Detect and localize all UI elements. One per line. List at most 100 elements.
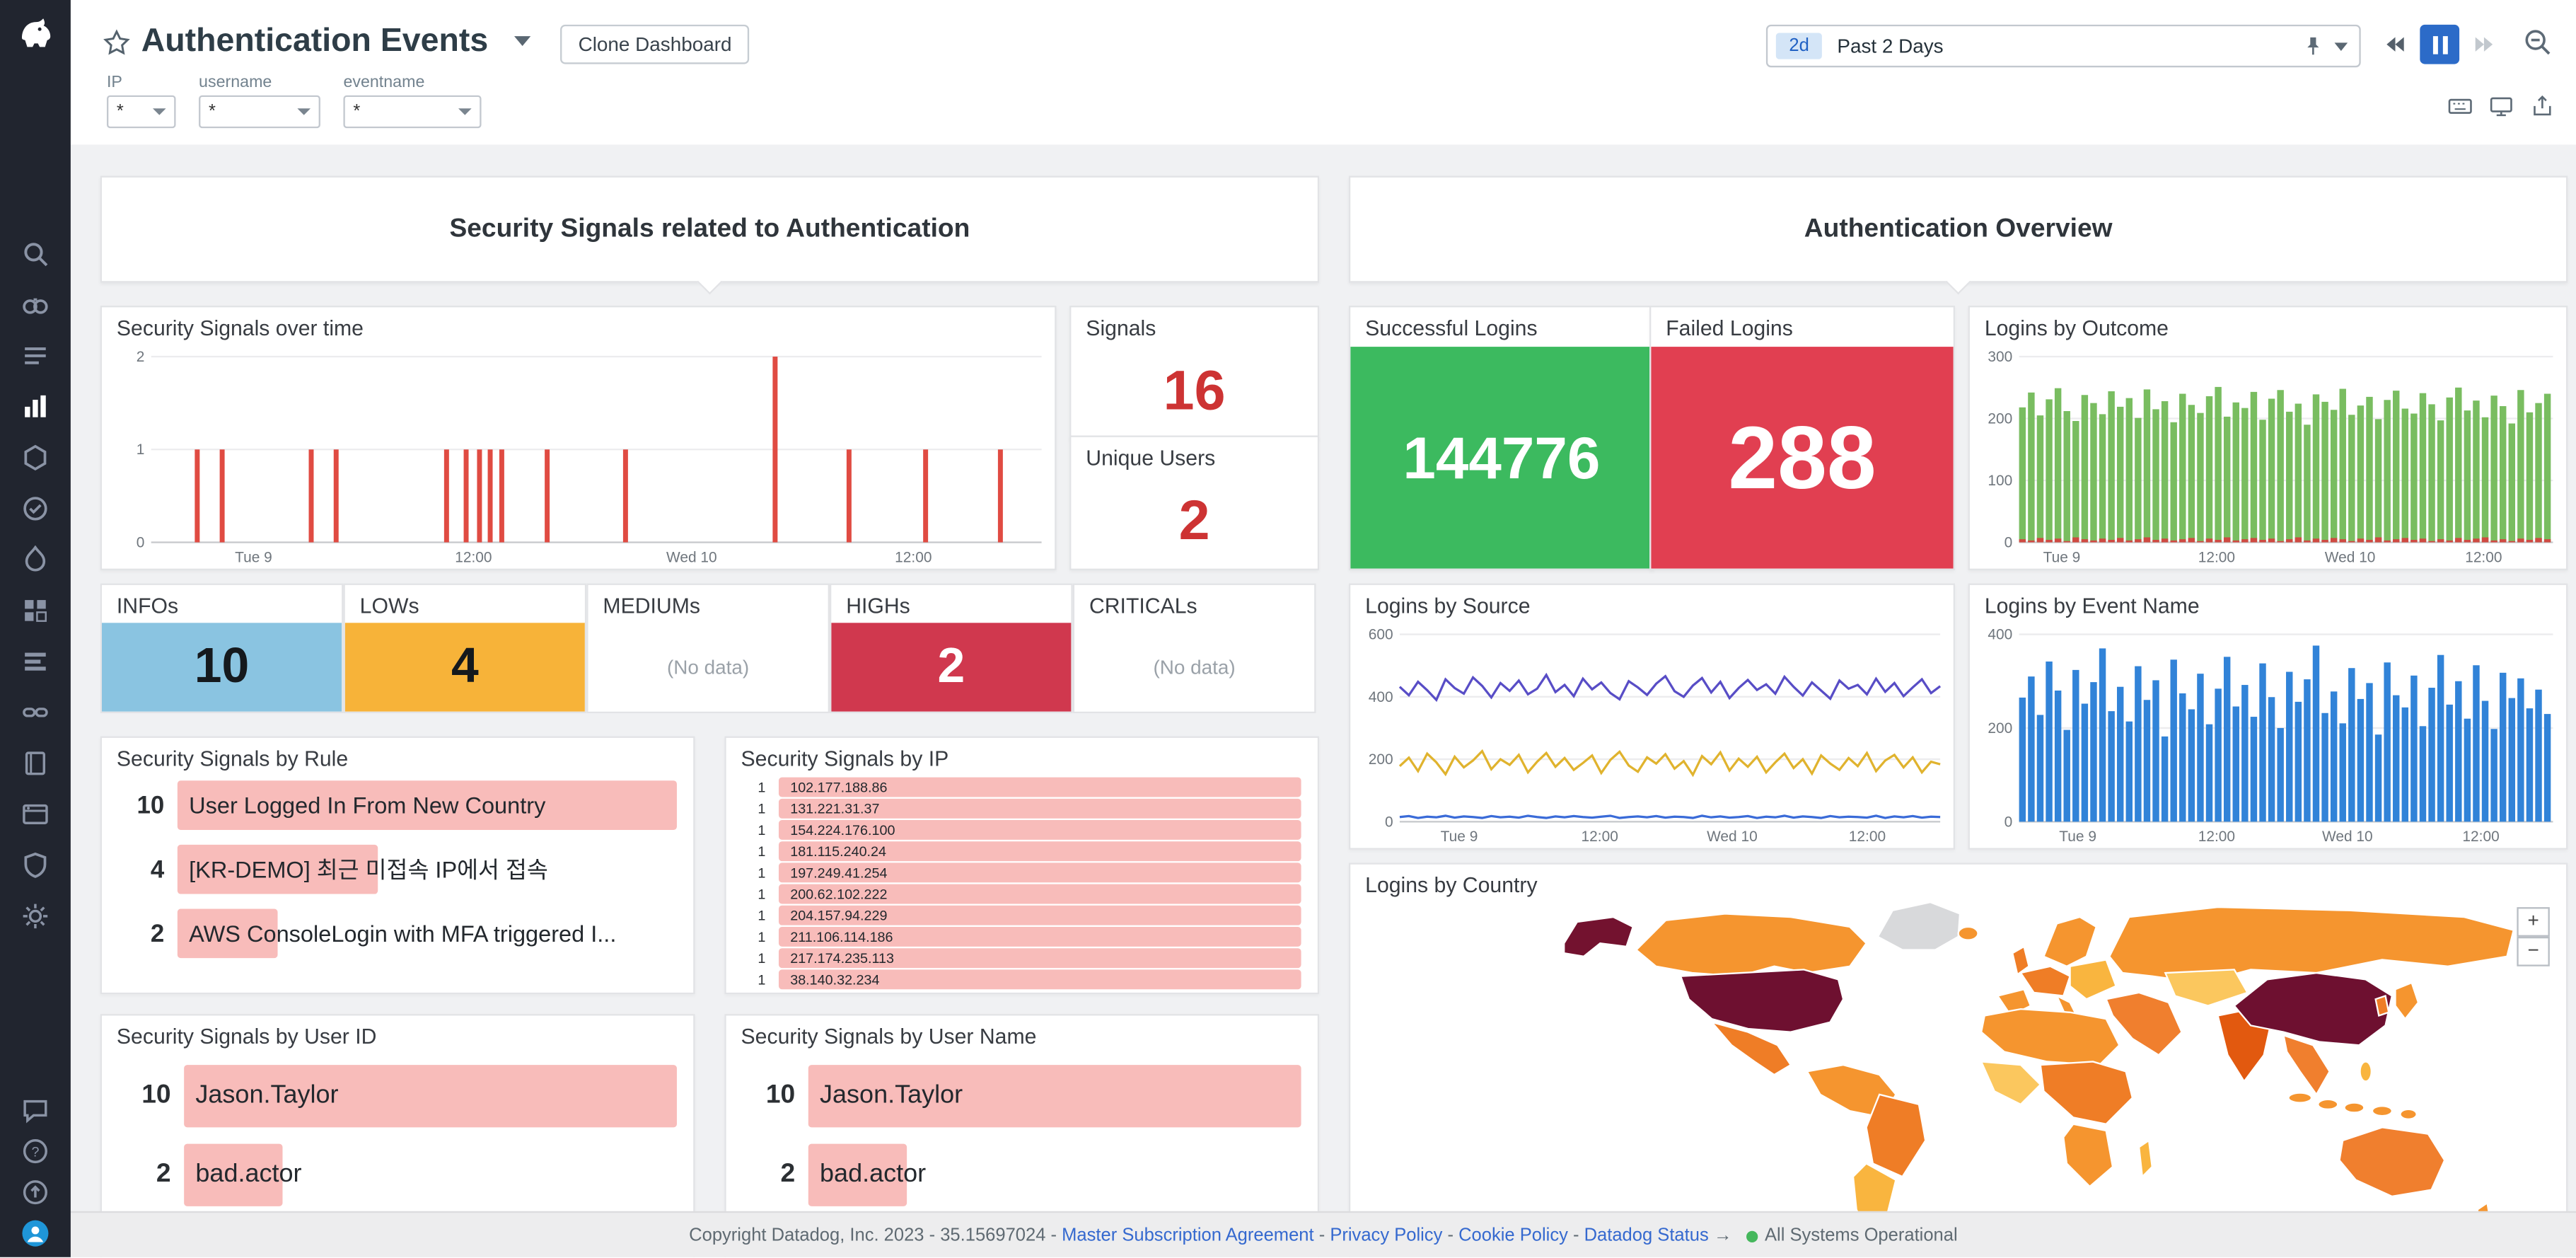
toplist-row[interactable]: 2bad.actor bbox=[739, 1144, 1301, 1206]
ci-icon[interactable] bbox=[21, 698, 49, 726]
svg-text:200: 200 bbox=[1988, 410, 2012, 427]
notebooks-icon[interactable] bbox=[21, 749, 49, 777]
toplist-row[interactable]: 1197.249.41.254 bbox=[739, 862, 1301, 882]
logins-by-outcome-chart[interactable]: 0100200300Tue 912:00Wed 1012:00 bbox=[1970, 343, 2566, 568]
svg-text:2: 2 bbox=[137, 349, 145, 365]
toplist-row[interactable]: 2bad.actor bbox=[115, 1144, 677, 1206]
datadog-logo-icon[interactable] bbox=[14, 13, 57, 56]
widget-logins-by-outcome[interactable]: Logins by Outcome 0100200300Tue 912:00We… bbox=[1968, 306, 2568, 570]
time-nav-buttons bbox=[2376, 25, 2504, 64]
toplist-row[interactable]: 1200.62.102.222 bbox=[739, 884, 1301, 904]
signals-over-time-chart[interactable]: 012Tue 912:00Wed 1012:00 bbox=[102, 343, 1055, 568]
widget-title: Logins by Event Name bbox=[1970, 585, 2566, 626]
group-title: Authentication Overview bbox=[1804, 214, 2113, 244]
system-status-text[interactable]: All Systems Operational bbox=[1765, 1226, 1958, 1246]
toplist-count: 4 bbox=[115, 855, 178, 883]
severity-tile-HIGHs[interactable]: HIGHs2 bbox=[830, 584, 1073, 713]
severity-tile-INFOs[interactable]: INFOs10 bbox=[100, 584, 344, 713]
security-icon[interactable] bbox=[21, 851, 49, 879]
zoom-out-button[interactable] bbox=[2522, 26, 2554, 59]
widget-logins-by-source[interactable]: Logins by Source 0200400600Tue 912:00Wed… bbox=[1349, 584, 1955, 850]
widget-security-signals-by-ip[interactable]: Security Signals by IP 1102.177.188.8611… bbox=[724, 737, 1319, 995]
widget-signals-count[interactable]: Signals 16 bbox=[1069, 306, 1319, 440]
toplist-row[interactable]: 138.140.32.234 bbox=[739, 969, 1301, 988]
svg-text:Tue 9: Tue 9 bbox=[2043, 549, 2081, 565]
rum-icon[interactable] bbox=[21, 800, 49, 828]
clone-dashboard-button[interactable]: Clone Dashboard bbox=[560, 25, 750, 64]
apm-icon[interactable] bbox=[21, 546, 49, 573]
help-icon[interactable]: ? bbox=[21, 1137, 49, 1165]
widget-logins-by-event-name[interactable]: Logins by Event Name 0200400Tue 912:00We… bbox=[1968, 584, 2568, 850]
filter-label: username bbox=[199, 74, 320, 93]
footer-link[interactable]: Master Subscription Agreement bbox=[1062, 1226, 1313, 1246]
logs-icon[interactable] bbox=[21, 647, 49, 675]
world-map-choropleth[interactable] bbox=[1528, 901, 2522, 1257]
share-icon[interactable] bbox=[2530, 93, 2555, 118]
favorite-star-icon[interactable] bbox=[102, 28, 132, 57]
time-backward-button[interactable] bbox=[2376, 25, 2415, 64]
logins-by-event-name-chart[interactable]: 0200400Tue 912:00Wed 1012:00 bbox=[1970, 621, 2566, 848]
filter-eventname: eventname* bbox=[343, 74, 481, 129]
toplist-count: 1 bbox=[739, 821, 779, 838]
dashboards-icon[interactable] bbox=[21, 393, 49, 420]
toplist-row[interactable]: 1217.174.235.113 bbox=[739, 948, 1301, 967]
toplist-row[interactable]: 1131.221.31.37 bbox=[739, 799, 1301, 818]
chat-icon[interactable] bbox=[21, 1096, 49, 1124]
severity-tile-LOWs[interactable]: LOWs4 bbox=[343, 584, 586, 713]
toplist-row[interactable]: 1102.177.188.86 bbox=[739, 778, 1301, 797]
severity-tile-MEDIUMs[interactable]: MEDIUMs(No data) bbox=[586, 584, 830, 713]
pause-button[interactable] bbox=[2420, 25, 2459, 64]
toplist-row[interactable]: 1204.157.94.229 bbox=[739, 906, 1301, 925]
map-zoom-out-button[interactable]: − bbox=[2517, 937, 2549, 966]
settings-icon[interactable] bbox=[21, 902, 49, 930]
group-header-authentication-overview[interactable]: Authentication Overview bbox=[1349, 176, 2568, 283]
map-zoom-controls: + − bbox=[2517, 907, 2549, 966]
widget-title: Successful Logins bbox=[1350, 307, 1652, 348]
widget-security-signals-over-time[interactable]: Security Signals over time 012Tue 912:00… bbox=[100, 306, 1057, 570]
pin-icon[interactable] bbox=[2302, 35, 2325, 58]
user-avatar[interactable] bbox=[21, 1219, 49, 1247]
widget-successful-logins[interactable]: Successful Logins 144776 bbox=[1349, 306, 1654, 570]
page-title[interactable]: Authentication Events bbox=[141, 23, 488, 61]
toplist-row[interactable]: 10Jason.Taylor bbox=[115, 1065, 677, 1127]
widget-logins-by-country[interactable]: Logins by Country + − bbox=[1349, 862, 2568, 1257]
severity-tile-CRITICALs[interactable]: CRITICALs(No data) bbox=[1073, 584, 1316, 713]
search-icon[interactable] bbox=[21, 240, 49, 267]
footer-link[interactable]: Cookie Policy bbox=[1458, 1226, 1568, 1246]
filter-select-eventname[interactable]: * bbox=[343, 96, 481, 128]
filter-select-IP[interactable]: * bbox=[107, 96, 176, 128]
toplist-row[interactable]: 1181.115.240.24 bbox=[739, 841, 1301, 860]
widget-unique-users[interactable]: Unique Users 2 bbox=[1069, 436, 1319, 570]
footer-link[interactable]: Datadog Status bbox=[1584, 1226, 1709, 1246]
time-forward-button[interactable] bbox=[2464, 25, 2504, 64]
svg-text:Wed 10: Wed 10 bbox=[666, 549, 717, 565]
watchdog-icon[interactable] bbox=[21, 291, 49, 318]
footer-link[interactable]: Privacy Policy bbox=[1330, 1226, 1442, 1246]
toplist-label: 197.249.41.254 bbox=[790, 864, 887, 880]
monitors-icon[interactable] bbox=[21, 495, 49, 522]
toplist-label: bad.actor bbox=[820, 1160, 926, 1190]
toplist-row[interactable]: 1211.106.114.186 bbox=[739, 927, 1301, 946]
widget-security-signals-by-rule[interactable]: Security Signals by Rule 10User Logged I… bbox=[100, 737, 695, 995]
time-range-selector[interactable]: 2d Past 2 Days bbox=[1766, 25, 2361, 67]
severity-value: 10 bbox=[102, 623, 342, 711]
toplist-count: 10 bbox=[115, 791, 178, 819]
infrastructure-icon[interactable] bbox=[21, 444, 49, 471]
events-icon[interactable] bbox=[21, 342, 49, 369]
tv-mode-icon[interactable] bbox=[2489, 93, 2514, 118]
toplist-row[interactable]: 10User Logged In From New Country bbox=[115, 780, 677, 830]
time-range-chevron-down-icon[interactable] bbox=[2335, 42, 2348, 50]
filter-select-username[interactable]: * bbox=[199, 96, 320, 128]
keyboard-shortcuts-icon[interactable] bbox=[2448, 93, 2473, 118]
updates-icon[interactable] bbox=[21, 1178, 49, 1206]
map-zoom-in-button[interactable]: + bbox=[2517, 907, 2549, 937]
toplist-row[interactable]: 2AWS ConsoleLogin with MFA triggered I..… bbox=[115, 908, 677, 958]
integrations-icon[interactable] bbox=[21, 596, 49, 624]
toplist-row[interactable]: 4[KR-DEMO] 최근 미접속 IP에서 접속 bbox=[115, 845, 677, 894]
logins-by-source-chart[interactable]: 0200400600Tue 912:00Wed 1012:00 bbox=[1350, 621, 1953, 848]
toplist-row[interactable]: 1154.224.176.100 bbox=[739, 820, 1301, 839]
title-chevron-down-icon[interactable] bbox=[514, 36, 530, 46]
group-header-security-signals[interactable]: Security Signals related to Authenticati… bbox=[100, 176, 1319, 283]
widget-failed-logins[interactable]: Failed Logins 288 bbox=[1649, 306, 1955, 570]
toplist-row[interactable]: 10Jason.Taylor bbox=[739, 1065, 1301, 1127]
